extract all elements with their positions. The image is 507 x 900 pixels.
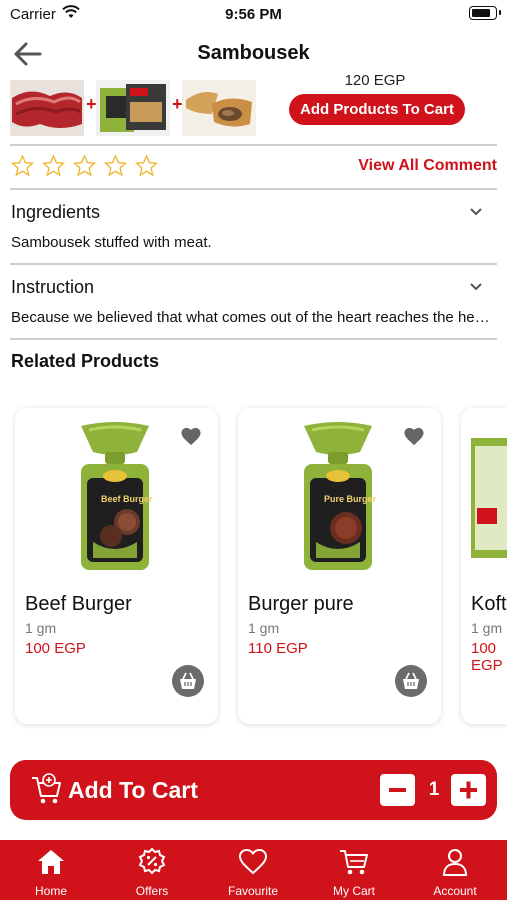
product-unit: 1 gm xyxy=(471,620,503,636)
star-icon[interactable] xyxy=(41,154,66,178)
chevron-down-icon[interactable] xyxy=(469,204,483,222)
navigation-bar: Sambousek xyxy=(0,32,507,76)
product-price: 110 EGP xyxy=(248,640,308,657)
cart-icon xyxy=(340,850,368,875)
star-icon[interactable] xyxy=(134,154,159,178)
tab-label: Home xyxy=(34,884,67,898)
cart-add-icon xyxy=(30,772,64,811)
bundle-price: 120 EGP xyxy=(344,72,406,88)
product-name: Kofta xyxy=(471,593,507,615)
tab-my-cart[interactable]: My Cart xyxy=(304,840,404,900)
tab-offers[interactable]: Offers xyxy=(102,840,202,900)
pack-label-line: Beef Burger xyxy=(101,494,153,504)
heart-icon[interactable] xyxy=(180,426,202,451)
product-image: Pure Burger xyxy=(304,422,377,570)
ingredients-title[interactable]: Ingredients xyxy=(11,202,100,223)
chevron-down-icon[interactable] xyxy=(469,279,483,297)
product-unit: 1 gm xyxy=(248,620,280,636)
tab-account[interactable]: Account xyxy=(405,840,505,900)
add-to-cart-bar[interactable]: Add To Cart 1 xyxy=(10,760,497,820)
divider xyxy=(10,338,497,340)
clock: 9:56 PM xyxy=(225,6,282,23)
product-image: Beef Burger xyxy=(81,422,153,570)
status-bar: Carrier 9:56 PM xyxy=(0,0,507,28)
add-to-cart-label[interactable]: Add To Cart xyxy=(68,777,198,804)
quantity-value: 1 xyxy=(428,779,440,800)
tab-label: Account xyxy=(433,884,477,898)
ingredients-text: Sambousek stuffed with meat. xyxy=(11,234,212,251)
heart-icon xyxy=(238,848,268,875)
product-name: Beef Burger xyxy=(25,593,132,615)
product-name: Burger pure xyxy=(248,593,354,615)
divider xyxy=(10,144,497,146)
divider xyxy=(10,188,497,190)
divider xyxy=(10,263,497,265)
tab-label: Favourite xyxy=(227,884,279,898)
product-card[interactable]: Beef Burger Beef Burger 1 gm 100 EGP xyxy=(15,408,218,724)
product-card[interactable]: Kofta 1 gm 100 EGP xyxy=(461,408,507,724)
bundle-image-meat xyxy=(10,80,84,136)
basket-icon[interactable] xyxy=(395,665,427,697)
tab-home[interactable]: Home xyxy=(1,840,101,900)
increase-quantity-button[interactable] xyxy=(451,774,486,806)
related-products-title: Related Products xyxy=(11,351,160,371)
pack-label-line: Pure Burger xyxy=(324,494,377,504)
account-icon xyxy=(442,849,468,876)
bundle-images: + + xyxy=(10,76,270,136)
product-price: 100 EGP xyxy=(25,640,86,657)
battery-icon xyxy=(469,6,501,20)
instruction-title[interactable]: Instruction xyxy=(11,277,94,298)
product-price: 100 EGP xyxy=(471,640,503,674)
product-image xyxy=(471,438,507,558)
plus-sign: + xyxy=(172,94,183,114)
page-title: Sambousek xyxy=(197,42,310,64)
star-icon[interactable] xyxy=(103,154,128,178)
tab-bar: Home Offers Favourite My Cart Account xyxy=(0,840,507,900)
tab-label: My Cart xyxy=(333,884,375,898)
tab-favourite[interactable]: Favourite xyxy=(203,840,303,900)
basket-icon[interactable] xyxy=(172,665,204,697)
view-all-comment-link[interactable]: View All Comment xyxy=(358,157,497,175)
star-icon[interactable] xyxy=(10,154,35,178)
bundle-image-sambousek xyxy=(182,80,256,136)
product-unit: 1 gm xyxy=(25,620,57,636)
home-icon xyxy=(38,850,64,874)
add-products-to-cart-button[interactable]: Add Products To Cart xyxy=(289,94,465,125)
offers-icon xyxy=(138,847,166,875)
instruction-text: Because we believed that what comes out … xyxy=(11,309,491,326)
heart-icon[interactable] xyxy=(403,426,425,451)
tab-label: Offers xyxy=(135,884,169,898)
plus-sign: + xyxy=(86,94,97,114)
product-card[interactable]: Pure Burger Burger pure 1 gm 110 EGP xyxy=(238,408,441,724)
decrease-quantity-button[interactable] xyxy=(380,774,415,806)
bundle-image-box xyxy=(96,80,170,136)
rating-stars[interactable] xyxy=(10,154,165,180)
star-icon[interactable] xyxy=(72,154,97,178)
